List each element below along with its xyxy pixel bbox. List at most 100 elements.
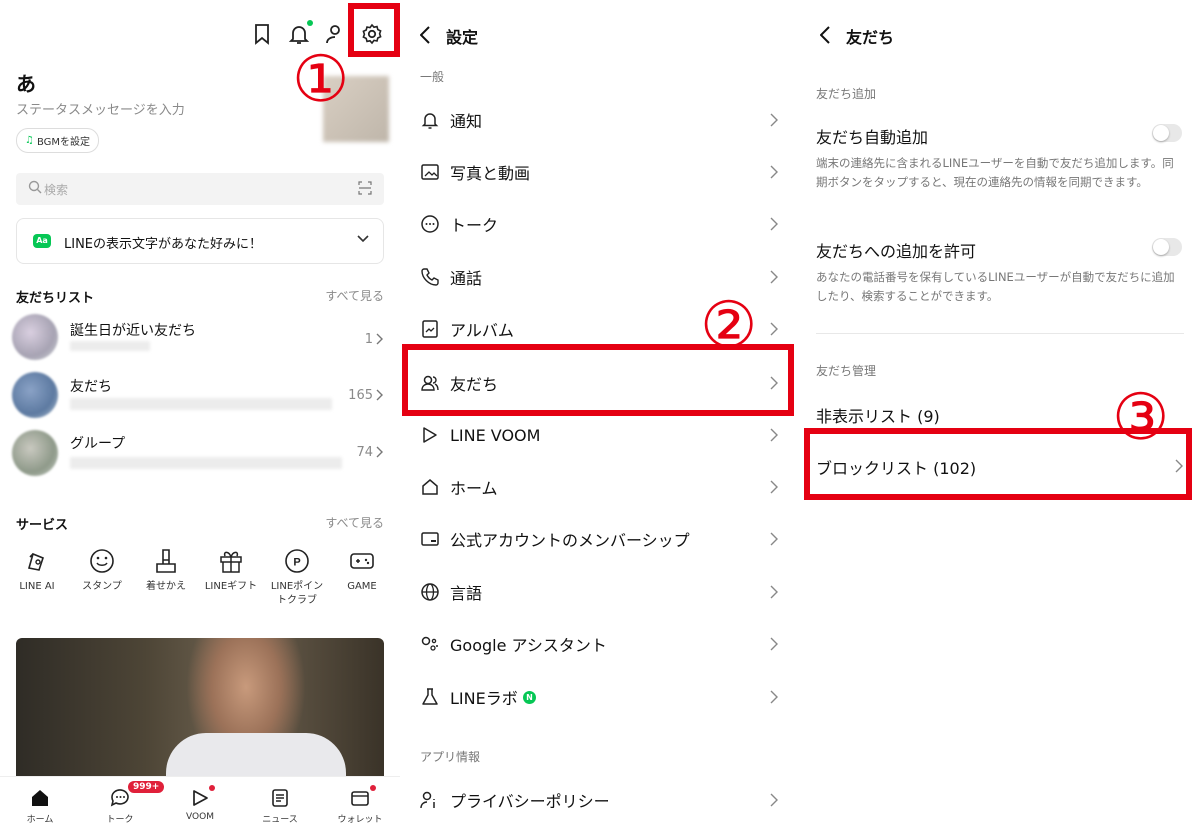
settings-item-notifications[interactable]: 通知 xyxy=(400,94,800,146)
friends-see-all-link[interactable]: すべて見る xyxy=(325,287,384,304)
search-input[interactable]: 検索 xyxy=(44,181,68,198)
service-stamp[interactable]: スタンプ xyxy=(74,548,130,594)
chevron-right-icon xyxy=(770,165,780,179)
list-item-count: 165 xyxy=(348,388,373,403)
step2-marker: ② xyxy=(700,289,758,363)
nav-label: VOOM xyxy=(186,812,214,822)
settings-item-talk[interactable]: トーク xyxy=(400,198,800,250)
bell-icon xyxy=(420,110,440,130)
service-gift[interactable]: LINEギフト xyxy=(203,548,259,594)
auto-add-description: 端末の連絡先に含まれるLINEユーザーを自動で友だち追加します。同期ボタンをタッ… xyxy=(816,156,1174,189)
chevron-right-icon xyxy=(770,637,780,651)
hidden-list-item[interactable]: 非表示リスト (9) xyxy=(816,403,940,427)
avatar xyxy=(12,314,58,360)
service-game[interactable]: GAME xyxy=(334,548,390,594)
nav-talk[interactable]: トーク 999+ xyxy=(90,781,165,825)
bottom-nav: ホーム トーク 999+ VOOM ニュース ウォレット xyxy=(0,776,400,833)
banner-text: LINEの表示文字があなた好みに！ xyxy=(64,237,263,252)
settings-item-home[interactable]: ホーム xyxy=(400,461,800,513)
auto-add-toggle[interactable] xyxy=(1152,124,1182,142)
voom-icon xyxy=(189,787,211,809)
auto-add-label: 友だち自動追加 xyxy=(816,128,929,147)
section-add-friends: 友だち追加 xyxy=(816,87,877,101)
chevron-right-icon xyxy=(770,480,780,494)
chevron-right-icon xyxy=(770,217,780,231)
chevron-right-icon xyxy=(376,446,384,458)
list-item-count: 74 xyxy=(356,445,373,460)
services-see-all-link[interactable]: すべて見る xyxy=(325,514,384,531)
settings-item-photos[interactable]: 写真と動画 xyxy=(400,146,800,198)
chevron-right-icon xyxy=(770,113,780,127)
profile-name[interactable]: あ xyxy=(16,68,36,97)
service-line-ai[interactable]: LINE AI xyxy=(9,548,65,594)
line-font-icon: Aa xyxy=(33,234,51,248)
step1-marker: ① xyxy=(292,43,350,117)
voom-icon xyxy=(420,425,440,445)
list-item[interactable]: グループ 74 xyxy=(0,424,400,482)
list-item-count: 1 xyxy=(364,332,373,347)
video-thumbnail[interactable] xyxy=(16,638,384,778)
svg-text:P: P xyxy=(293,557,300,569)
list-item-label: グループ xyxy=(70,436,126,452)
blurred-preview xyxy=(70,341,150,351)
chevron-right-icon xyxy=(770,322,780,336)
chevron-right-icon xyxy=(376,389,384,401)
friends-settings-panel: 友だち 友だち追加 友だち自動追加 端末の連絡先に含まれるLINEユーザーを自動… xyxy=(800,0,1200,833)
globe-icon xyxy=(420,582,440,602)
assistant-icon xyxy=(420,634,440,654)
friends-list-title: 友だちリスト xyxy=(16,291,95,306)
new-dot xyxy=(209,785,215,791)
nav-home[interactable]: ホーム xyxy=(10,787,70,825)
promo-banner[interactable]: Aa LINEの表示文字があなた好みに！ xyxy=(16,218,384,264)
chevron-right-icon xyxy=(770,428,780,442)
settings-item-voom[interactable]: LINE VOOM xyxy=(400,409,800,461)
allow-add-toggle[interactable] xyxy=(1152,238,1182,256)
settings-panel: 設定 一般 通知 写真と動画 トーク 通話 アルバム 友だち LINE VOOM… xyxy=(400,0,800,833)
settings-item-privacy-policy[interactable]: プライバシーポリシー xyxy=(400,774,800,826)
service-label: 着せかえ xyxy=(146,581,186,592)
chevron-right-icon xyxy=(770,532,780,546)
settings-item-google-assistant[interactable]: Google アシスタント xyxy=(400,618,800,670)
chevron-right-icon xyxy=(770,585,780,599)
settings-item-language[interactable]: 言語 xyxy=(400,566,800,618)
wallet-icon xyxy=(349,787,371,809)
scan-icon[interactable] xyxy=(358,181,372,195)
privacy-icon xyxy=(420,790,440,810)
nav-news[interactable]: ニュース xyxy=(250,787,310,825)
service-points[interactable]: P LINEポイントクラブ xyxy=(269,548,325,608)
settings-item-membership[interactable]: 公式アカウントのメンバーシップ xyxy=(400,513,800,565)
bookmark-icon[interactable] xyxy=(250,22,274,46)
points-icon: P xyxy=(284,548,310,574)
unread-badge: 999+ xyxy=(128,781,165,793)
home-panel: あ ステータスメッセージを入力 ♫ BGMを設定 検索 Aa LINEの表示文字… xyxy=(0,0,400,833)
game-icon xyxy=(349,548,375,574)
status-message[interactable]: ステータスメッセージを入力 xyxy=(16,99,185,118)
step3-marker: ③ xyxy=(1112,381,1170,455)
back-arrow-icon[interactable] xyxy=(420,26,430,44)
chevron-right-icon xyxy=(770,270,780,284)
chevron-right-icon xyxy=(376,333,384,345)
nav-voom[interactable]: VOOM xyxy=(170,785,230,822)
service-theme[interactable]: 着せかえ xyxy=(138,548,194,594)
settings-item-label: ホーム xyxy=(450,479,498,498)
nav-wallet[interactable]: ウォレット xyxy=(330,785,390,825)
chat-icon xyxy=(109,787,131,809)
search-bar[interactable]: 検索 xyxy=(16,173,384,205)
settings-item-line-labs[interactable]: LINEラボ N xyxy=(400,671,800,723)
nav-label: ホーム xyxy=(26,815,54,825)
chevron-down-icon[interactable] xyxy=(357,235,369,243)
allow-add-description: あなたの電話番号を保有しているLINEユーザーが自動で友だちに追加したり、検索す… xyxy=(816,270,1175,303)
blurred-preview xyxy=(70,457,342,469)
page-title: 友だち xyxy=(846,28,895,47)
list-item[interactable]: 誕生日が近い友だち 1 xyxy=(0,308,400,366)
settings-item-label: LINEラボ xyxy=(450,689,518,708)
nav-label: トーク xyxy=(106,815,134,825)
back-arrow-icon[interactable] xyxy=(820,26,830,44)
list-item[interactable]: 友だち 165 xyxy=(0,366,400,424)
chat-icon xyxy=(420,214,440,234)
bgm-button[interactable]: ♫ BGMを設定 xyxy=(16,128,100,153)
section-divider xyxy=(816,333,1184,334)
settings-item-label: 写真と動画 xyxy=(450,164,531,183)
video-shirt xyxy=(166,733,346,778)
membership-icon xyxy=(420,529,440,549)
